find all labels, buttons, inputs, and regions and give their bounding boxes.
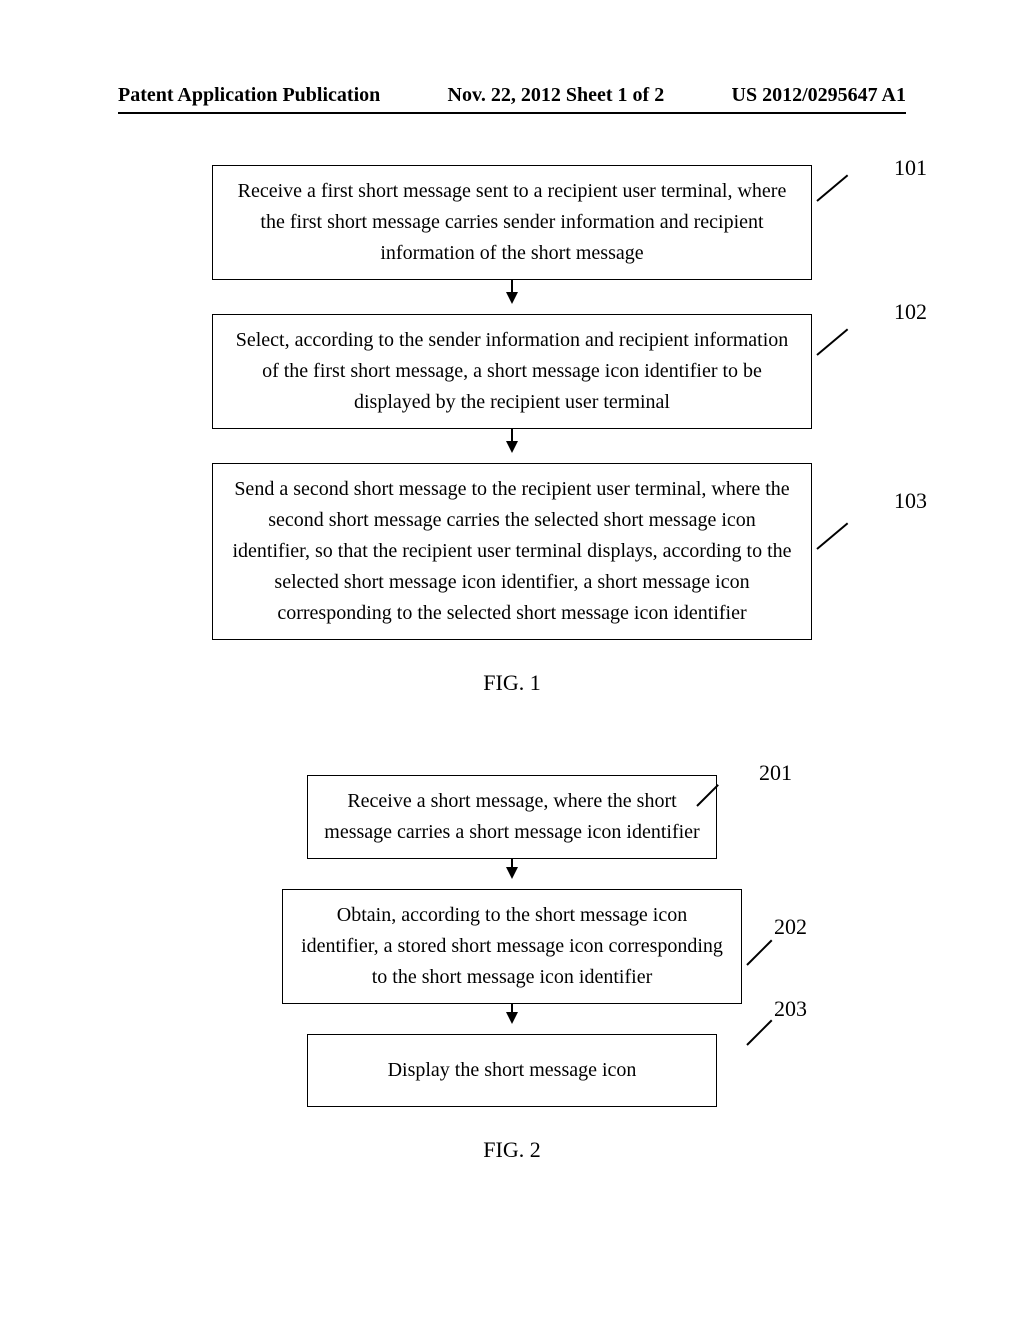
- fig2-step-3: Display the short message icon: [307, 1034, 717, 1107]
- ref-num-101: 101: [894, 155, 927, 181]
- fig1-step-2: Select, according to the sender informat…: [212, 314, 812, 429]
- ref-line-202: [746, 940, 772, 966]
- header-left: Patent Application Publication: [118, 84, 380, 107]
- flowchart-2: Receive a short message, where the short…: [282, 775, 742, 1107]
- fig2-step-2-text: Obtain, according to the short message i…: [301, 904, 723, 988]
- fig1-step-1: Receive a first short message sent to a …: [212, 165, 812, 280]
- arrow-2-1: [282, 859, 742, 889]
- ref-num-103: 103: [894, 488, 927, 514]
- fig2-step-1-text: Receive a short message, where the short…: [324, 790, 699, 843]
- figure-2: Receive a short message, where the short…: [0, 775, 1024, 1163]
- page-header: Patent Application Publication Nov. 22, …: [0, 84, 1024, 107]
- fig2-step-3-text: Display the short message icon: [388, 1059, 637, 1081]
- header-right: US 2012/0295647 A1: [732, 84, 906, 107]
- ref-line-101: [816, 175, 848, 202]
- fig1-step-2-text: Select, according to the sender informat…: [236, 329, 789, 413]
- arrow-1-1: [212, 280, 812, 314]
- fig1-step-3: Send a second short message to the recip…: [212, 463, 812, 640]
- fig2-step-1: Receive a short message, where the short…: [307, 775, 717, 859]
- ref-line-203: [746, 1020, 772, 1046]
- ref-num-202: 202: [774, 914, 807, 940]
- header-rule: [118, 112, 906, 114]
- flowchart-1: Receive a first short message sent to a …: [212, 165, 812, 640]
- ref-num-201: 201: [759, 760, 792, 786]
- header-center: Nov. 22, 2012 Sheet 1 of 2: [448, 84, 665, 107]
- arrow-2-2: [282, 1004, 742, 1034]
- arrow-1-2: [212, 429, 812, 463]
- fig1-caption: FIG. 1: [0, 670, 1024, 696]
- ref-num-102: 102: [894, 299, 927, 325]
- fig2-step-2: Obtain, according to the short message i…: [282, 889, 742, 1004]
- figure-1: Receive a first short message sent to a …: [0, 165, 1024, 696]
- fig1-step-3-text: Send a second short message to the recip…: [232, 478, 791, 624]
- fig1-step-1-text: Receive a first short message sent to a …: [238, 180, 787, 264]
- ref-line-102: [816, 329, 848, 356]
- ref-line-103: [816, 523, 848, 550]
- fig2-caption: FIG. 2: [0, 1137, 1024, 1163]
- ref-num-203: 203: [774, 996, 807, 1022]
